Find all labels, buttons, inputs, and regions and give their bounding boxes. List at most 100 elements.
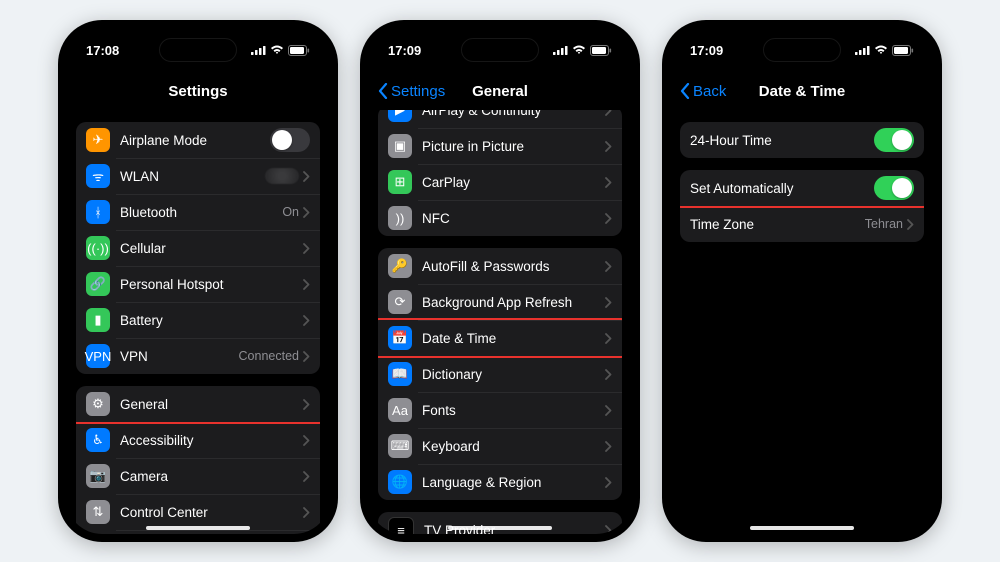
dynamic-island [461,38,539,62]
row-camera[interactable]: 📷 Camera [76,458,320,494]
camera-icon: 📷 [86,464,110,488]
row-label: VPN [120,349,239,364]
nav-bar: Settings [66,72,330,110]
airplane-icon: ✈ [86,128,110,152]
toggle-switch[interactable] [270,128,310,152]
row-label: Keyboard [422,439,605,454]
chevron-right-icon [303,207,310,218]
row-detail: On [282,205,299,219]
row-detail: Connected [239,349,299,363]
row-language-region[interactable]: 🌐Language & Region [378,464,622,500]
battery-icon [892,45,914,56]
nav-title: Date & Time [759,83,845,100]
datetime-content[interactable]: 24-Hour Time Set AutomaticallyTime ZoneT… [670,110,934,534]
home-indicator[interactable] [750,526,854,530]
wifi-icon [270,45,284,55]
chevron-right-icon [605,525,612,535]
row-wlan[interactable]: ᯤWLAN [76,158,320,194]
toggle-switch[interactable] [874,128,914,152]
row-time-zone[interactable]: Time ZoneTehran [680,206,924,242]
chevron-right-icon [605,333,612,344]
row-label: Airplane Mode [120,133,270,148]
row-label: 24-Hour Time [690,133,874,148]
keyboard-icon: ⌨ [388,434,412,458]
refresh-icon: ⟳ [388,290,412,314]
row-fonts[interactable]: AaFonts [378,392,622,428]
row-airplane-mode[interactable]: ✈ Airplane Mode [76,122,320,158]
row-label: Camera [120,469,303,484]
row-battery[interactable]: ▮ Battery [76,302,320,338]
row-bluetooth[interactable]: ᚼBluetoothOn [76,194,320,230]
row-label: Battery [120,313,303,328]
row-label: CarPlay [422,175,605,190]
vpn-icon: VPN [86,344,110,368]
row-detail: Tehran [865,217,903,231]
row-label: Cellular [120,241,303,256]
chevron-right-icon [605,369,612,380]
settings-content[interactable]: ✈ Airplane Mode ᯤWLANᚼBluetoothOn((·))Cell… [66,110,330,534]
row-carplay[interactable]: ⊞ CarPlay [378,164,622,200]
chevron-right-icon [303,243,310,254]
home-indicator[interactable] [146,526,250,530]
row-control-center[interactable]: ⇅Control Center [76,494,320,530]
home-indicator[interactable] [448,526,552,530]
row-label: Time Zone [690,217,865,232]
wifi-icon [572,45,586,55]
calendar-icon: 📅 [388,326,412,350]
chevron-right-icon [605,110,612,116]
tv-icon: ≡ [388,517,414,534]
chevron-right-icon [303,399,310,410]
row-display-brightness[interactable]: ☀Display & Brightness [76,530,320,534]
status-indicators [553,45,612,56]
carplay-icon: ⊞ [388,170,412,194]
row-dictionary[interactable]: 📖Dictionary [378,356,622,392]
cellular-signal-icon [855,45,870,55]
row-label: Picture in Picture [422,139,605,154]
nav-title: General [472,83,528,100]
nav-bar: Settings General [368,72,632,110]
back-button[interactable]: Back [680,83,726,100]
row-keyboard[interactable]: ⌨ Keyboard [378,428,622,464]
nav-title: Settings [168,83,227,100]
row-picture-in-picture[interactable]: ▣Picture in Picture [378,128,622,164]
chevron-right-icon [303,351,310,362]
battery-icon [288,45,310,56]
cellular-signal-icon [553,45,568,55]
row-set-automatically[interactable]: Set Automatically [680,170,924,206]
row-cellular[interactable]: ((·))Cellular [76,230,320,266]
row-nfc[interactable]: ))NFC [378,200,622,236]
accessibility-icon: ♿︎ [86,428,110,452]
row-24-hour-time[interactable]: 24-Hour Time [680,122,924,158]
phone-general: 17:09 Settings General ▶AirPlay & Contin… [360,20,640,542]
row-personal-hotspot[interactable]: 🔗Personal Hotspot [76,266,320,302]
general-content[interactable]: ▶AirPlay & Continuity▣Picture in Picture… [368,110,632,534]
row-label: Dictionary [422,367,605,382]
row-background-app-refresh[interactable]: ⟳Background App Refresh [378,284,622,320]
status-time: 17:08 [86,43,119,58]
toggle-switch[interactable] [874,176,914,200]
battery-icon: ▮ [86,308,110,332]
bluetooth-icon: ᚼ [86,200,110,224]
chevron-right-icon [605,261,612,272]
chevron-right-icon [303,435,310,446]
row-vpn[interactable]: VPNVPNConnected [76,338,320,374]
chevron-right-icon [303,279,310,290]
airplay-icon: ▶ [388,110,412,122]
status-indicators [251,45,310,56]
dynamic-island [159,38,237,62]
status-time: 17:09 [388,43,421,58]
row-accessibility[interactable]: ♿︎Accessibility [76,422,320,458]
row-label: Fonts [422,403,605,418]
phone-settings: 17:08 Settings ✈ Airplane Mode ᯤWLANᚼBluet… [58,20,338,542]
row-autofill-passwords[interactable]: 🔑AutoFill & Passwords [378,248,622,284]
row-general[interactable]: ⚙General [76,386,320,422]
back-button[interactable]: Settings [378,83,445,100]
chevron-right-icon [303,507,310,518]
gear-icon: ⚙ [86,392,110,416]
row-date-time[interactable]: 📅Date & Time [378,320,622,356]
row-label: NFC [422,211,605,226]
row-airplay-continuity[interactable]: ▶AirPlay & Continuity [378,110,622,128]
row-tv-provider[interactable]: ≡TV Provider [378,512,622,534]
back-label: Settings [391,83,445,100]
chevron-right-icon [605,405,612,416]
